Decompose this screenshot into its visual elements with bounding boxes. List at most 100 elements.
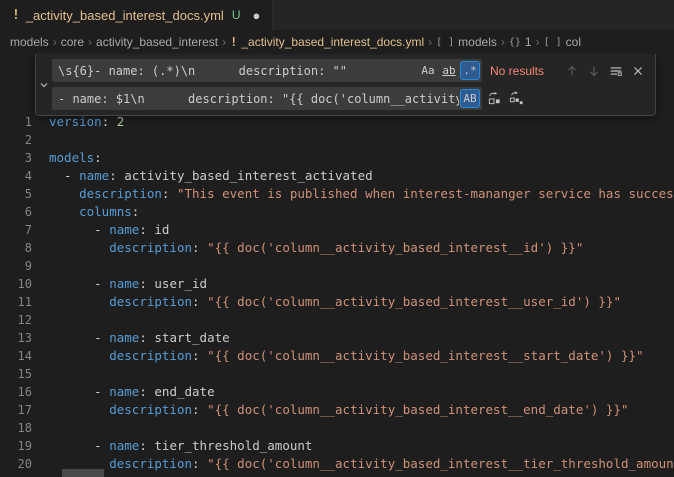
code-line-7[interactable]: 7 - name: id [0,221,674,239]
tab-activity-docs[interactable]: ! _activity_based_interest_docs.yml U ● [0,0,273,30]
line-number: 2 [0,131,32,149]
breadcrumb-item-models[interactable]: [ ] models [436,35,497,49]
breadcrumb-label: 1 [525,35,532,49]
line-number: 11 [0,293,32,311]
line-number: 10 [0,275,32,293]
close-icon[interactable] [628,61,648,81]
code-line-15[interactable]: 15 [0,365,674,383]
breadcrumb-item-activity_based_interest[interactable]: activity_based_interest [96,35,218,49]
breadcrumb-item-col[interactable]: [ ]col [544,35,581,49]
breadcrumb-item-core[interactable]: core [61,35,84,49]
breadcrumb-label: activity_based_interest [96,35,218,49]
tab-bar: ! _activity_based_interest_docs.yml U ● [0,0,674,30]
line-number: 12 [0,311,32,329]
code-line-text: - name: tier_threshold_amount [49,437,312,455]
code-line-text: description: "This event is published wh… [49,185,674,203]
code-line-11[interactable]: 11 description: "{{ doc('column__activit… [0,293,674,311]
code-line-17[interactable]: 17 description: "{{ doc('column__activit… [0,401,674,419]
line-number: 19 [0,437,32,455]
symbol-array-icon: [ ] [436,37,454,48]
code-line-13[interactable]: 13 - name: start_date [0,329,674,347]
find-input[interactable]: \s{6}- name: (.*)\n description: "" Aa a… [52,59,482,82]
breadcrumb-item-_activity_based_interest_docs.yml[interactable]: ! _activity_based_interest_docs.yml [230,35,424,49]
breadcrumb-separator: › [88,35,92,49]
git-status-badge: U [232,8,241,22]
line-number: 17 [0,401,32,419]
code-line-text: - name: id [49,221,169,239]
breadcrumb: models › core › activity_based_interest ›! _ac… [0,30,674,54]
code-line-19[interactable]: 19 - name: tier_threshold_amount [0,437,674,455]
code-line-text: models: [49,149,102,167]
modified-dot-icon[interactable]: ● [253,8,261,23]
previous-match-button[interactable] [562,61,582,81]
code-line-text: description: "{{ doc('column__activity_b… [49,293,621,311]
line-number: 1 [0,113,32,131]
code-line-3[interactable]: 3 models: [0,149,674,167]
code-line-text: - name: activity_based_interest_activate… [49,167,373,185]
code-line-12[interactable]: 12 [0,311,674,329]
code-line-10[interactable]: 10 - name: user_id [0,275,674,293]
line-number: 14 [0,347,32,365]
breadcrumb-label: core [61,35,84,49]
match-case-toggle[interactable]: Aa [418,61,438,80]
code-line-text: description: "{{ doc('column__activity_b… [49,347,644,365]
code-line-4[interactable]: 4 - name: activity_based_interest_activa… [0,167,674,185]
yaml-file-icon: ! [12,8,20,23]
line-number: 18 [0,419,32,437]
code-line-8[interactable]: 8 description: "{{ doc('column__activity… [0,239,674,257]
breadcrumb-label: models [458,35,497,49]
horizontal-scrollbar[interactable] [62,469,104,477]
breadcrumb-item-models[interactable]: models [10,35,49,49]
symbol-object-icon: {} [509,37,521,48]
replace-row: - name: $1\n description: "{{ doc('colum… [52,86,651,111]
whole-word-toggle[interactable]: ab [439,61,459,80]
code-line-9[interactable]: 9 [0,257,674,275]
replace-all-button[interactable] [506,89,526,109]
replace-value-text: - name: $1\n description: "{{ doc('colum… [58,92,459,106]
code-line-14[interactable]: 14 description: "{{ doc('column__activit… [0,347,674,365]
code-line-6[interactable]: 6 columns: [0,203,674,221]
line-number: 4 [0,167,32,185]
code-line-2[interactable]: 2 [0,131,674,149]
breadcrumb-label: _activity_based_interest_docs.yml [241,35,424,49]
yaml-file-icon: ! [230,35,237,49]
breadcrumb-separator: › [53,35,57,49]
line-number: 16 [0,383,32,401]
code-line-text: columns: [49,203,139,221]
find-replace-widget: \s{6}- name: (.*)\n description: "" Aa a… [35,54,656,116]
find-row: \s{6}- name: (.*)\n description: "" Aa a… [52,58,651,83]
line-number: 7 [0,221,32,239]
code-line-text: - name: user_id [49,275,207,293]
regex-toggle[interactable]: .* [460,61,480,80]
code-line-text: description: "{{ doc('column__activity_b… [49,239,583,257]
code-line-text: description: "{{ doc('column__activity_b… [49,455,674,473]
line-number: 8 [0,239,32,257]
breadcrumb-item-1[interactable]: {} 1 [509,35,532,49]
code-line-text: - name: end_date [49,383,215,401]
replace-input[interactable]: - name: $1\n description: "{{ doc('colum… [52,87,482,110]
breadcrumb-separator: › [428,35,432,49]
line-number: 9 [0,257,32,275]
toggle-replace-button[interactable] [36,54,52,115]
preserve-case-toggle[interactable]: AB [460,89,480,108]
line-number: 3 [0,149,32,167]
breadcrumb-label: models [10,35,49,49]
editor-pane[interactable]: \s{6}- name: (.*)\n description: "" Aa a… [0,54,674,477]
code-line-16[interactable]: 16 - name: end_date [0,383,674,401]
line-number: 6 [0,203,32,221]
code-line-5[interactable]: 5 description: "This event is published … [0,185,674,203]
replace-button[interactable] [484,89,504,109]
find-in-selection-button[interactable] [606,61,626,81]
line-number: 13 [0,329,32,347]
breadcrumb-separator: › [536,35,540,49]
code-line-text: - name: start_date [49,329,230,347]
breadcrumb-label: col [566,35,581,49]
code-line-18[interactable]: 18 [0,419,674,437]
code-line-text: description: "{{ doc('column__activity_b… [49,401,629,419]
tab-filename: _activity_based_interest_docs.yml [26,8,224,23]
line-number: 15 [0,365,32,383]
chevron-down-icon [38,79,50,91]
next-match-button[interactable] [584,61,604,81]
line-number: 5 [0,185,32,203]
code-area[interactable]: 1version: 223models:4 - name: activity_b… [0,54,674,473]
